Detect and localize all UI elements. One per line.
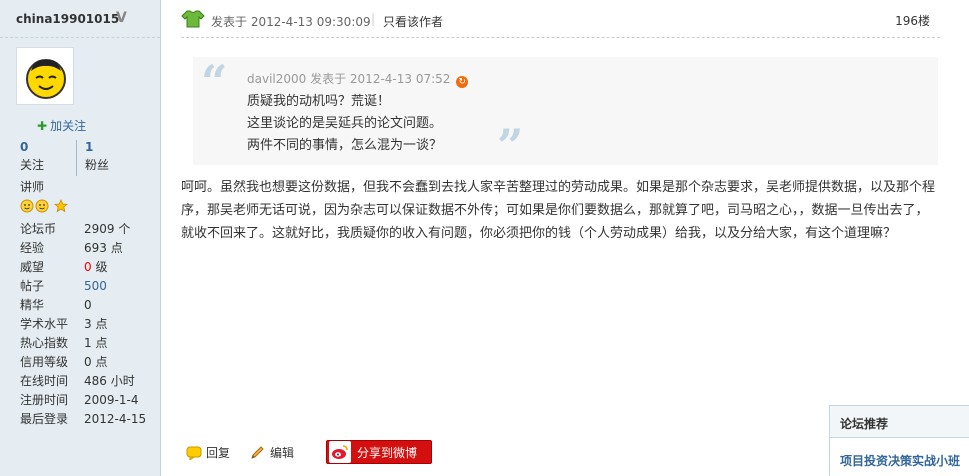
fans-label: 粉丝 bbox=[85, 158, 110, 172]
share-label: 分享到微博 bbox=[357, 445, 418, 460]
quote-block: “ ” davil2000 发表于 2012-4-13 07:52 ↻ 质疑我的… bbox=[193, 55, 938, 173]
stat-key: 威望 bbox=[20, 260, 45, 274]
stat-value: 1 点 bbox=[84, 336, 108, 350]
stat-key: 精华 bbox=[20, 298, 45, 312]
post-header: 发表于 2012-4-13 09:30:09 | 只看该作者 196楼 bbox=[181, 10, 940, 38]
stat-row: 热心指数 1 点 bbox=[20, 334, 160, 353]
header-separator: | bbox=[371, 12, 376, 26]
close-quote-icon: ” bbox=[497, 119, 524, 173]
pencil-icon bbox=[250, 445, 266, 460]
stat-key: 帖子 bbox=[20, 279, 45, 293]
stat-key: 热心指数 bbox=[20, 336, 69, 350]
shirt-icon bbox=[181, 10, 205, 31]
reply-icon bbox=[186, 446, 202, 461]
stat-key: 最后登录 bbox=[20, 412, 69, 426]
medal-icons bbox=[20, 199, 69, 213]
avatar-face-icon bbox=[26, 59, 66, 99]
stat-row: 在线时间 486 小时 bbox=[20, 372, 160, 391]
following-count: 0 bbox=[20, 140, 29, 154]
post-actions: 回复 编辑 分享到微博 bbox=[186, 440, 486, 466]
edit-button[interactable]: 编辑 bbox=[250, 444, 294, 461]
post-body: 呵呵。虽然我也想要这份数据，但我不会蠢到去找人家辛苦整理过的劳动成果。如果是那个… bbox=[181, 180, 936, 241]
posts-link[interactable]: 500 bbox=[84, 277, 107, 296]
stat-key: 信用等级 bbox=[20, 355, 69, 369]
quote-line: 两件不同的事情，怎么混为一谈？ bbox=[247, 138, 443, 153]
quote-line: 质疑我的动机吗？荒诞！ bbox=[247, 94, 391, 109]
open-quote-icon: “ bbox=[201, 55, 228, 109]
weibo-icon bbox=[329, 441, 351, 463]
stat-value: 0 点 bbox=[84, 355, 108, 369]
fans-count: 1 bbox=[85, 140, 94, 154]
stat-value: 2009-1-4 bbox=[84, 393, 139, 407]
stat-value: 486 小时 bbox=[84, 374, 135, 388]
quote-author-text: davil2000 发表于 2012-4-13 07:52 bbox=[247, 72, 451, 86]
reply-button[interactable]: 回复 bbox=[186, 444, 230, 461]
stat-key: 在线时间 bbox=[20, 374, 69, 388]
stat-row: 注册时间 2009-1-4 bbox=[20, 391, 160, 410]
stat-key: 学术水平 bbox=[20, 317, 69, 331]
username[interactable]: china19901015 bbox=[16, 12, 119, 26]
user-panel: china19901015 V ✚ 加关注 0 关注 1 粉丝 讲师 论坛币 2… bbox=[0, 0, 161, 476]
quote-content: 质疑我的动机吗？荒诞！ 这里谈论的是吴延兵的论文问题。 两件不同的事情，怎么混为… bbox=[247, 91, 442, 157]
following-stat[interactable]: 0 关注 bbox=[20, 140, 44, 173]
edit-label: 编辑 bbox=[270, 446, 295, 460]
recommend-title: 论坛推荐 bbox=[830, 406, 969, 438]
user-title: 讲师 bbox=[20, 180, 45, 194]
follow-button[interactable]: ✚ 加关注 bbox=[37, 117, 86, 134]
fans-stat[interactable]: 1 粉丝 bbox=[85, 140, 109, 173]
floor-number[interactable]: 196楼 bbox=[895, 12, 930, 29]
medals bbox=[20, 199, 72, 216]
share-weibo-button[interactable]: 分享到微博 bbox=[326, 440, 432, 464]
stat-value: 2012-4-15 bbox=[84, 412, 147, 426]
forum-recommend-box: 论坛推荐 项目投资决策实战小班 bbox=[829, 405, 969, 476]
recommend-link[interactable]: 项目投资决策实战小班 bbox=[830, 438, 969, 469]
username-row: china19901015 V bbox=[0, 0, 160, 38]
avatar[interactable] bbox=[16, 47, 74, 105]
stat-key: 注册时间 bbox=[20, 393, 69, 407]
stat-value: 3 点 bbox=[84, 317, 108, 331]
prestige-number: 0 bbox=[84, 260, 92, 274]
user-stats: 论坛币 2909 个 经验 693 点 威望 0 级 帖子 500 精华 0 学术水平 3 … bbox=[20, 220, 160, 429]
following-label: 关注 bbox=[20, 158, 45, 172]
stat-value: 0 bbox=[84, 298, 92, 312]
stat-key: 经验 bbox=[20, 241, 45, 255]
stat-value: 2909 个 bbox=[84, 222, 131, 236]
stat-value: 0 级 bbox=[84, 258, 107, 277]
stat-row: 帖子 500 bbox=[20, 277, 160, 296]
vip-badge: V bbox=[116, 10, 127, 26]
plus-icon: ✚ bbox=[37, 119, 48, 133]
stat-row: 学术水平 3 点 bbox=[20, 315, 160, 334]
only-author-link[interactable]: 只看该作者 bbox=[383, 13, 443, 30]
stat-row: 论坛币 2909 个 bbox=[20, 220, 160, 239]
stat-divider bbox=[76, 140, 77, 176]
jump-to-post-icon[interactable]: ↻ bbox=[456, 76, 469, 88]
stat-row: 最后登录 2012-4-15 bbox=[20, 410, 160, 429]
stat-key: 论坛币 bbox=[20, 222, 57, 236]
reply-label: 回复 bbox=[206, 446, 231, 460]
stat-row: 威望 0 级 bbox=[20, 258, 160, 277]
stat-row: 信用等级 0 点 bbox=[20, 353, 160, 372]
quote-line: 这里谈论的是吴延兵的论文问题。 bbox=[247, 116, 443, 131]
stat-row: 经验 693 点 bbox=[20, 239, 160, 258]
stat-value: 693 点 bbox=[84, 241, 123, 255]
stat-row: 精华 0 bbox=[20, 296, 160, 315]
quote-author: davil2000 发表于 2012-4-13 07:52 ↻ bbox=[247, 70, 469, 88]
follow-label: 加关注 bbox=[50, 119, 87, 133]
post-time: 发表于 2012-4-13 09:30:09 bbox=[211, 15, 371, 29]
prestige-unit: 级 bbox=[91, 260, 108, 274]
